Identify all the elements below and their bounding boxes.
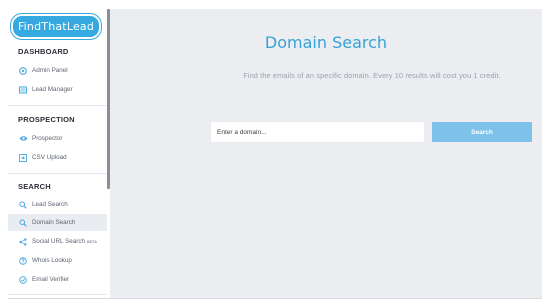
divider <box>8 173 107 174</box>
sidebar: FindThatLead DASHBOARD Admin Panel Lead … <box>8 9 107 299</box>
sidebar-item-whois-lookup[interactable]: Whois Lookup <box>8 252 107 269</box>
sidebar-item-label: Prospector <box>32 135 63 142</box>
sidebar-item-email-verifier[interactable]: Email Verifier <box>8 271 107 288</box>
page-title: Domain Search <box>264 33 388 52</box>
sidebar-item-lead-search[interactable]: Lead Search <box>8 196 107 213</box>
sidebar-item-csv-upload[interactable]: CSV Upload <box>8 149 107 166</box>
sidebar-item-label: Social URL Search <box>32 238 85 245</box>
divider <box>8 105 107 106</box>
sidebar-item-label: Domain Search <box>32 219 76 226</box>
upload-icon <box>18 153 28 162</box>
question-icon <box>18 256 28 265</box>
divider <box>8 294 107 295</box>
sidebar-item-label: Lead Search <box>32 201 68 208</box>
main-panel: Domain Search Find the emails of an spec… <box>110 9 542 299</box>
app-frame: FindThatLead DASHBOARD Admin Panel Lead … <box>0 0 550 307</box>
divider <box>8 298 542 299</box>
sidebar-item-lead-manager[interactable]: Lead Manager <box>8 81 107 98</box>
lead-manager-icon <box>18 86 28 94</box>
search-icon <box>18 218 28 227</box>
sidebar-item-label: CSV Upload <box>32 154 67 161</box>
dashboard-icon <box>18 66 28 75</box>
sidebar-item-label: Whois Lookup <box>32 257 72 264</box>
sidebar-item-label: Admin Panel <box>32 67 68 74</box>
section-title-dashboard: DASHBOARD <box>18 47 69 56</box>
sidebar-item-prospector[interactable]: Prospector <box>8 130 107 147</box>
section-title-prospection: PROSPECTION <box>18 115 75 124</box>
sidebar-item-social-url-search[interactable]: Social URL Search BETA <box>8 233 107 250</box>
domain-input[interactable] <box>211 122 424 142</box>
verify-icon <box>18 275 28 284</box>
sidebar-item-label: Lead Manager <box>32 86 73 93</box>
section-title-search: SEARCH <box>18 182 51 191</box>
sidebar-item-domain-search[interactable]: Domain Search <box>8 214 107 231</box>
eye-icon <box>18 135 28 142</box>
logo[interactable]: FindThatLead <box>11 14 101 39</box>
share-icon <box>18 237 28 246</box>
page-subtitle: Find the emails of an specific domain. E… <box>243 71 501 80</box>
beta-badge: BETA <box>86 239 98 244</box>
sidebar-item-label: Email Verifier <box>32 276 70 283</box>
sidebar-item-admin-panel[interactable]: Admin Panel <box>8 62 107 79</box>
search-button[interactable]: Search <box>432 122 532 142</box>
search-icon <box>18 200 28 209</box>
